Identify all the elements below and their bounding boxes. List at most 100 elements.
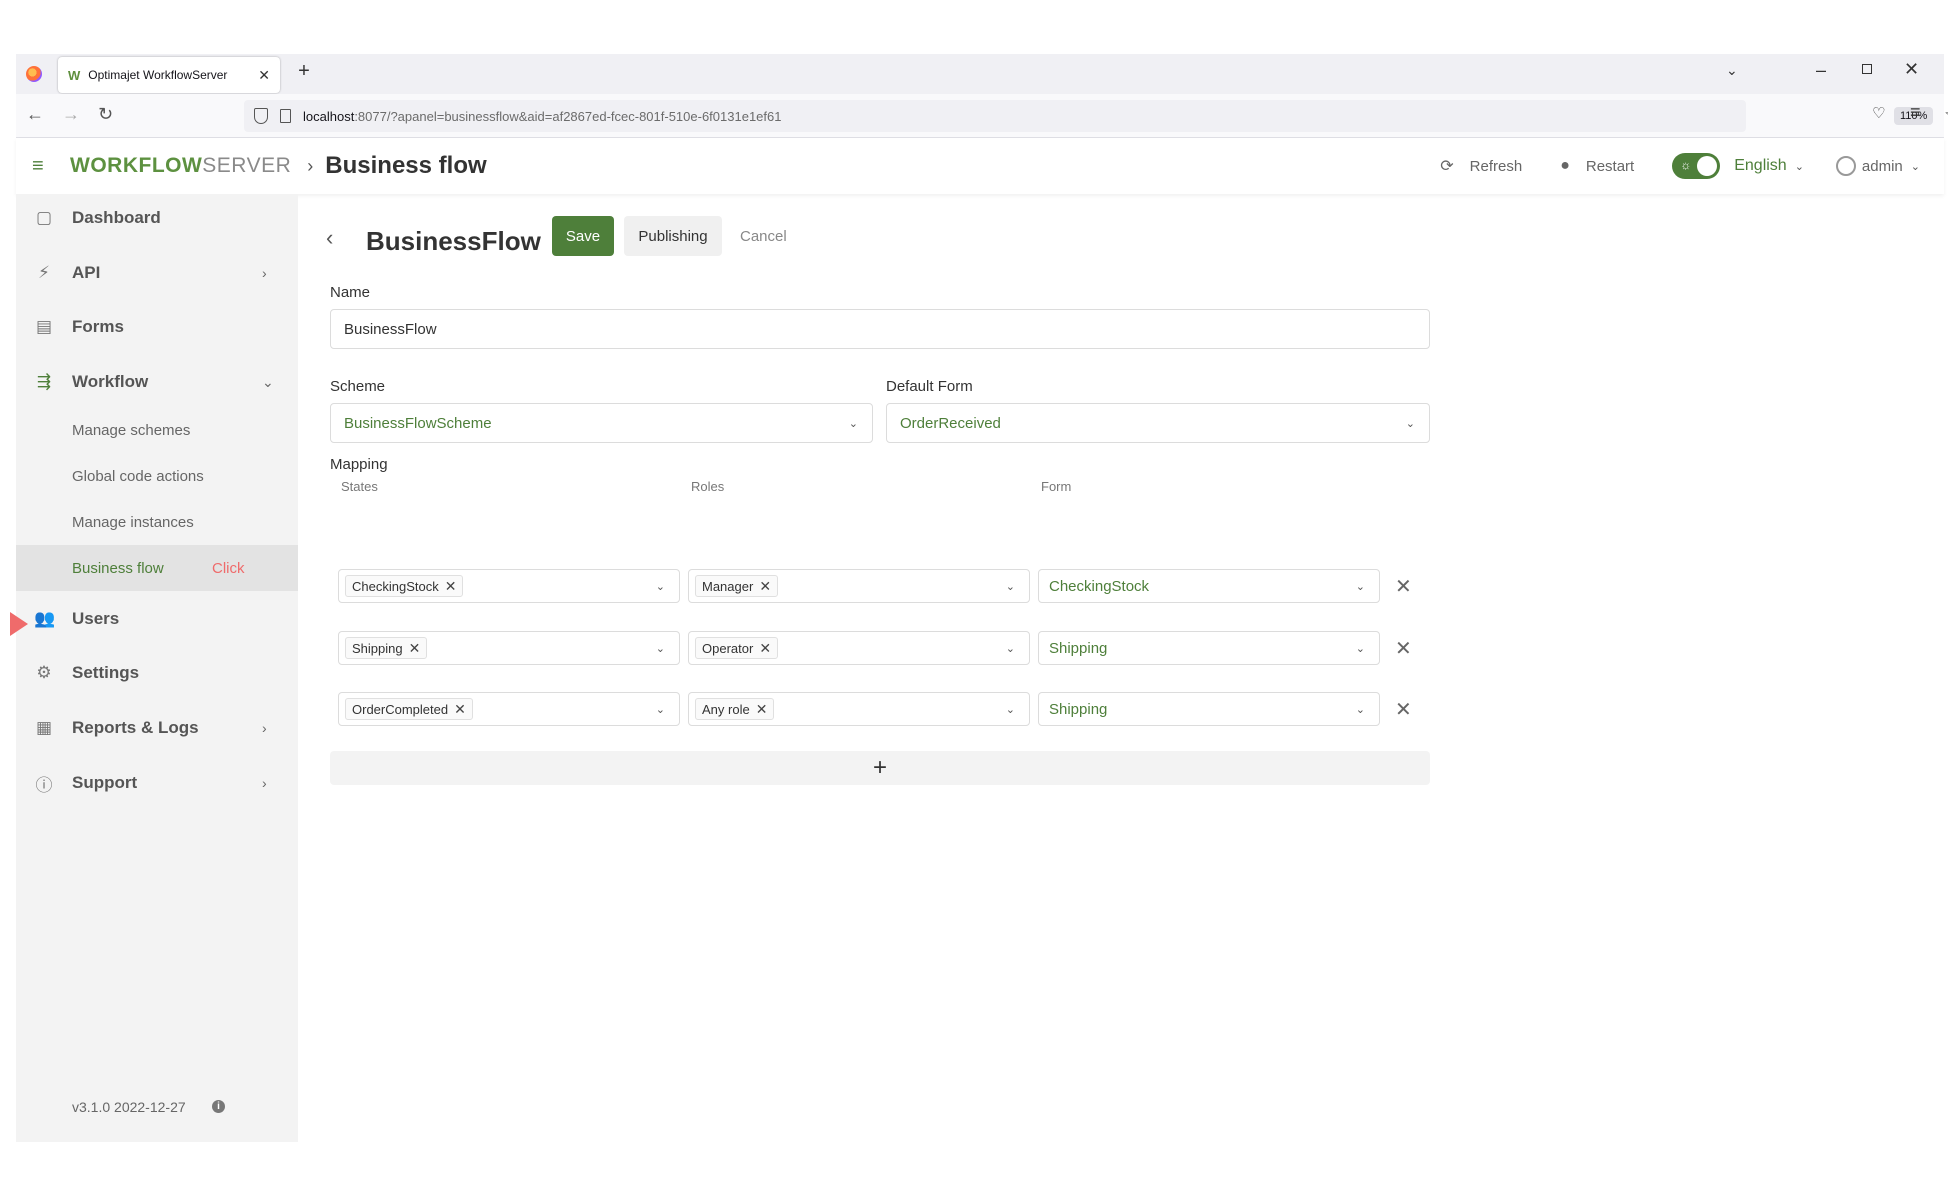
- bookmark-star-icon[interactable]: ☆: [1944, 104, 1948, 127]
- default-form-select[interactable]: OrderReceived ⌄: [886, 403, 1430, 443]
- sidebar-item-support[interactable]: ⓘ Support ›: [16, 761, 298, 805]
- state-tag: Shipping ✕: [345, 637, 428, 659]
- sidebar-item-manage-schemes[interactable]: Manage schemes: [16, 407, 298, 453]
- sidebar-item-dashboard[interactable]: ▢ Dashboard: [16, 196, 298, 240]
- publishing-button[interactable]: Publishing: [624, 216, 722, 256]
- form-select[interactable]: CheckingStock ⌄: [1038, 569, 1380, 603]
- toggle-knob: [1697, 156, 1718, 176]
- click-marker-icon: [10, 612, 28, 636]
- remove-tag-icon[interactable]: ✕: [454, 701, 466, 718]
- back-chevron-icon[interactable]: ‹: [326, 225, 333, 251]
- sidebar-item-manage-instances[interactable]: Manage instances: [16, 499, 298, 545]
- column-header-roles: Roles: [691, 479, 725, 494]
- close-window-button[interactable]: ✕: [1904, 59, 1919, 80]
- tag-label: Shipping: [352, 640, 403, 656]
- roles-select[interactable]: Operator ✕ ⌄: [688, 631, 1030, 665]
- restore-button[interactable]: [1862, 64, 1872, 74]
- form-value: Shipping: [1049, 639, 1108, 657]
- sidebar-item-settings[interactable]: ⚙ Settings: [16, 651, 298, 695]
- remove-tag-icon[interactable]: ✕: [756, 701, 768, 718]
- app-header: ≡ WORKFLOWSERVER › Business flow ⟳ Refres…: [16, 138, 1944, 194]
- refresh-button[interactable]: ⟳ Refresh: [1440, 156, 1522, 176]
- sidebar-item-workflow[interactable]: ⇶ Workflow ⌄: [16, 360, 298, 404]
- delete-row-icon[interactable]: ✕: [1395, 636, 1412, 661]
- firefox-view-button[interactable]: [16, 54, 52, 94]
- user-menu[interactable]: admin: [1862, 158, 1903, 175]
- workflow-icon: ⇶: [36, 372, 52, 391]
- user-avatar-icon[interactable]: [1835, 156, 1856, 176]
- remove-tag-icon[interactable]: ✕: [759, 640, 771, 657]
- language-select[interactable]: English: [1734, 157, 1786, 175]
- play-circle-icon: ●: [1560, 157, 1570, 174]
- name-input[interactable]: BusinessFlow: [330, 309, 1430, 349]
- form-select[interactable]: Shipping ⌄: [1038, 631, 1380, 665]
- theme-toggle[interactable]: ☼: [1672, 153, 1721, 179]
- back-arrow-icon[interactable]: ←: [26, 104, 44, 125]
- browser-tab[interactable]: W Optimajet WorkflowServer ✕: [58, 57, 280, 93]
- sidebar-item-business-flow[interactable]: Business flow Click: [16, 545, 298, 591]
- chevron-down-icon: ⌄: [262, 373, 274, 390]
- chevron-right-icon: ›: [262, 720, 267, 736]
- restart-button[interactable]: ● Restart: [1560, 157, 1634, 175]
- remove-tag-icon[interactable]: ✕: [445, 578, 457, 595]
- cancel-button[interactable]: Cancel: [740, 216, 787, 256]
- shield-icon[interactable]: [254, 108, 268, 124]
- delete-row-icon[interactable]: ✕: [1395, 697, 1412, 722]
- scheme-value: BusinessFlowScheme: [344, 414, 492, 432]
- tab-close-icon[interactable]: ✕: [258, 67, 270, 84]
- chevron-down-icon: ⌄: [1355, 581, 1365, 593]
- roles-select[interactable]: Manager ✕ ⌄: [688, 569, 1030, 603]
- forms-icon: ▤: [35, 317, 53, 336]
- new-tab-button[interactable]: +: [290, 60, 318, 83]
- tag-label: OrderCompleted: [352, 701, 449, 717]
- sidebar-item-label: Support: [72, 773, 138, 792]
- remove-tag-icon[interactable]: ✕: [759, 578, 771, 595]
- sidebar-item-label: Global code actions: [72, 467, 204, 485]
- url-bar[interactable]: localhost:8077/?apanel=businessflow&aid=…: [244, 100, 1948, 132]
- workflow-favicon-icon: W: [68, 67, 81, 83]
- roles-select[interactable]: Any role ✕ ⌄: [688, 692, 1030, 726]
- add-mapping-row-button[interactable]: +: [330, 751, 1430, 785]
- minimize-button[interactable]: –: [1816, 60, 1826, 81]
- sidebar-item-forms[interactable]: ▤ Forms: [16, 305, 298, 349]
- logo-light: SERVER: [202, 154, 292, 177]
- sidebar-item-label: API: [72, 263, 101, 282]
- users-icon: 👥: [34, 609, 56, 628]
- scheme-select[interactable]: BusinessFlowScheme ⌄: [330, 403, 873, 443]
- forward-arrow-icon[interactable]: →: [62, 104, 80, 125]
- chevron-right-icon: ›: [307, 155, 314, 176]
- info-icon[interactable]: i: [212, 1100, 225, 1113]
- remove-tag-icon[interactable]: ✕: [409, 640, 421, 657]
- hamburger-menu-icon[interactable]: ≡: [32, 155, 56, 178]
- reports-icon: ▦: [35, 718, 53, 737]
- sidebar-item-api[interactable]: ⚡ API ›: [16, 251, 298, 295]
- delete-row-icon[interactable]: ✕: [1395, 574, 1412, 599]
- sidebar-item-global-code-actions[interactable]: Global code actions: [16, 453, 298, 499]
- sidebar-item-label: Business flow: [72, 559, 164, 577]
- states-select[interactable]: CheckingStock ✕ ⌄: [338, 569, 680, 603]
- refresh-icon: ⟳: [1440, 158, 1454, 175]
- save-button[interactable]: Save: [552, 216, 614, 256]
- logo[interactable]: WORKFLOWSERVER: [70, 154, 291, 178]
- sidebar: ▢ Dashboard ⚡ API › ▤ Forms ⇶ Workflow ⌄…: [16, 194, 298, 1142]
- chevron-down-icon[interactable]: ⌄: [1795, 160, 1804, 173]
- states-select[interactable]: OrderCompleted ✕ ⌄: [338, 692, 680, 726]
- list-all-tabs-button[interactable]: ⌄: [1726, 62, 1738, 79]
- app-menu-icon[interactable]: ≡: [1910, 102, 1921, 123]
- reload-icon[interactable]: ↻: [98, 104, 113, 125]
- form-select[interactable]: Shipping ⌄: [1038, 692, 1380, 726]
- chevron-down-icon[interactable]: ⌄: [1911, 160, 1920, 173]
- sidebar-item-users[interactable]: 👥 Users: [16, 597, 298, 641]
- header-actions: ⟳ Refresh ● Restart ☼ English ⌄ admin ⌄: [1440, 138, 1944, 194]
- page-title: Business flow: [325, 152, 487, 179]
- chevron-down-icon: ⌄: [1355, 704, 1365, 716]
- main-content: ‹ BusinessFlow Save Publishing Cancel Na…: [298, 194, 1944, 1142]
- tab-bar: W Optimajet WorkflowServer ✕ + ⌄ – ✕: [16, 54, 1944, 94]
- version-label: v3.1.0 2022-12-27: [72, 1099, 186, 1115]
- sidebar-item-label: Manage instances: [72, 513, 194, 531]
- sidebar-item-reports-logs[interactable]: ▦ Reports & Logs ›: [16, 706, 298, 750]
- url-path: :8077/?apanel=businessflow&aid=af2867ed-…: [354, 108, 782, 124]
- states-select[interactable]: Shipping ✕ ⌄: [338, 631, 680, 665]
- page-info-icon[interactable]: [280, 109, 291, 123]
- pocket-icon[interactable]: ♡: [1872, 104, 1885, 122]
